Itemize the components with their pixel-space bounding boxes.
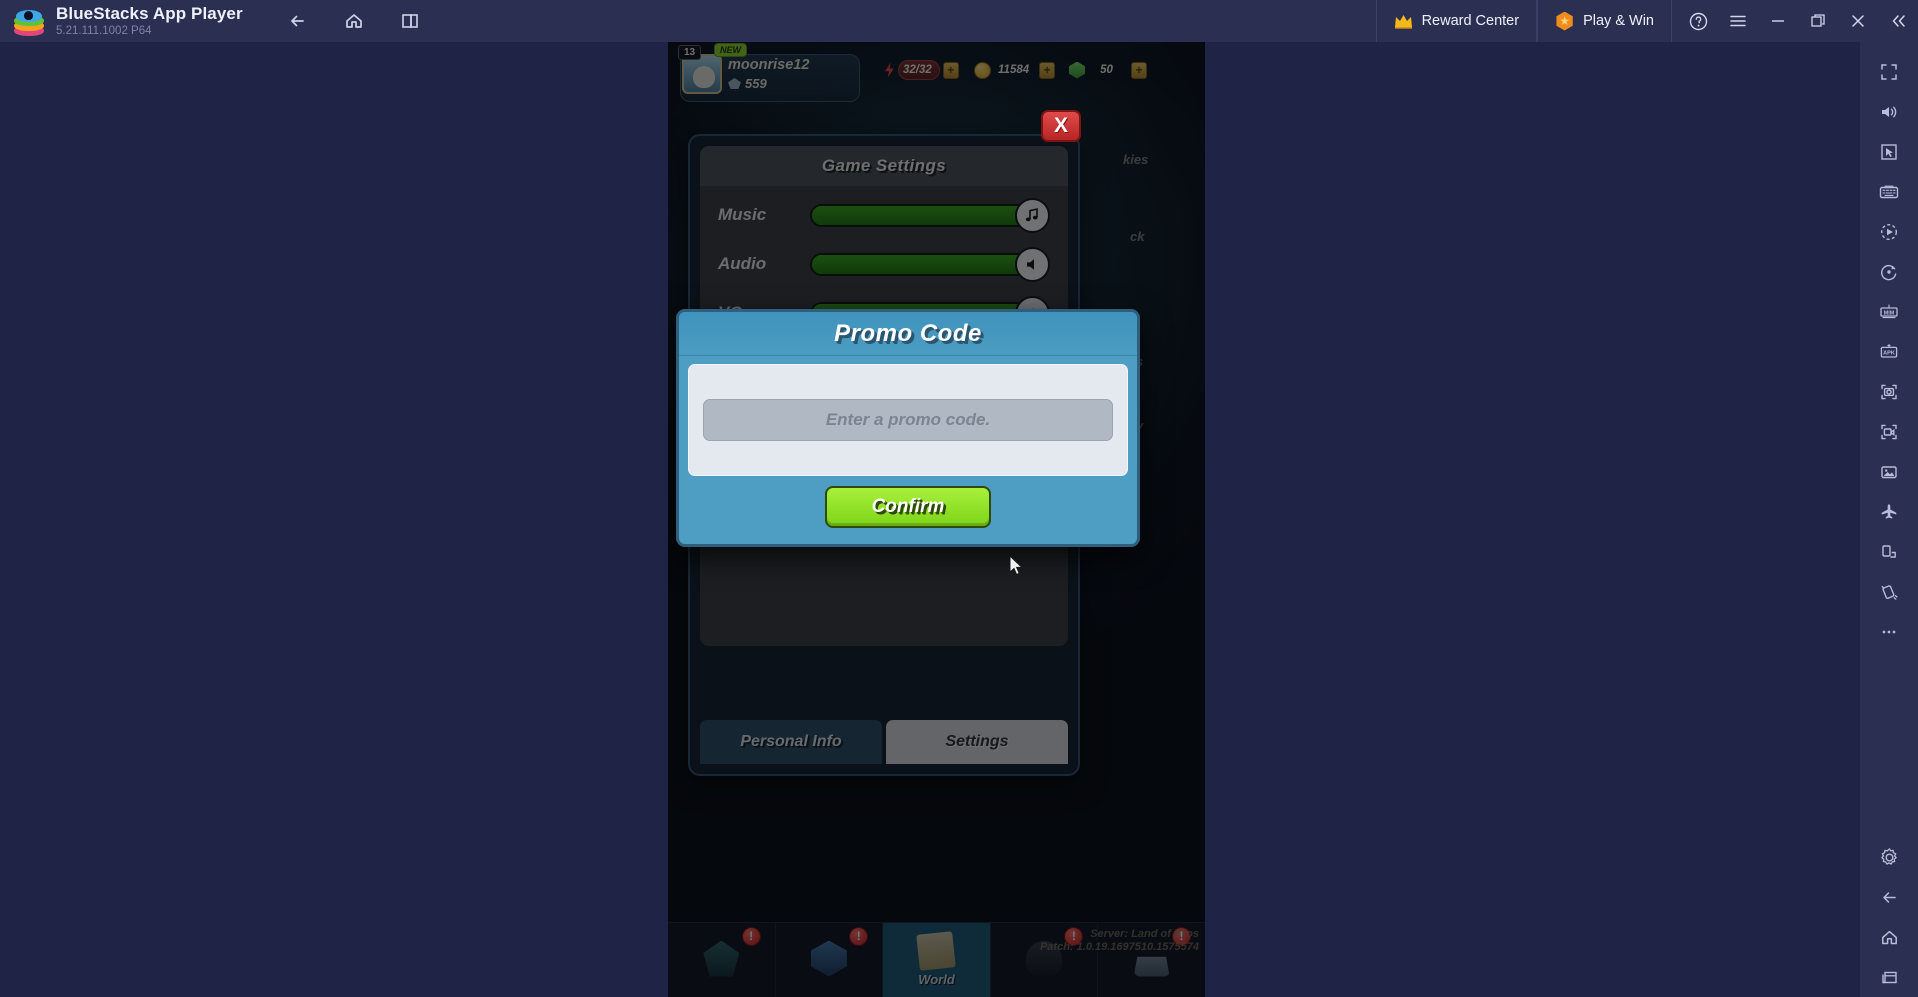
window-controls: [1678, 0, 1918, 42]
hamburger-menu-icon[interactable]: [1718, 0, 1758, 42]
promo-code-title: Promo Code: [834, 319, 982, 347]
hexagon-star-icon: ★: [1556, 11, 1573, 31]
bluestacks-logo-icon: [14, 6, 44, 36]
recent-apps-icon[interactable]: [393, 4, 427, 38]
rotate-icon[interactable]: [1869, 252, 1909, 292]
right-sidebar: MIM APK: [1860, 42, 1918, 997]
play-and-win-label: Play & Win: [1583, 13, 1654, 29]
titlebar: BlueStacks App Player 5.21.111.1002 P64 …: [0, 0, 1918, 42]
cursor-icon[interactable]: [1869, 132, 1909, 172]
multi-instance-icon[interactable]: MIM: [1869, 292, 1909, 332]
airplane-icon[interactable]: [1869, 492, 1909, 532]
titlebar-nav: [281, 4, 427, 38]
apk-icon[interactable]: APK: [1869, 332, 1909, 372]
device-tilt-icon[interactable]: [1869, 532, 1909, 572]
app-version: 5.21.111.1002 P64: [56, 24, 152, 37]
arrow-left-icon[interactable]: [281, 4, 315, 38]
arrow-left-icon[interactable]: [1869, 877, 1909, 917]
titlebar-right: Reward Center ★ Play & Win: [1375, 0, 1918, 42]
crown-icon: [1394, 14, 1413, 29]
shake-icon[interactable]: [1869, 572, 1909, 612]
home-icon[interactable]: [337, 4, 371, 38]
volume-icon[interactable]: [1869, 92, 1909, 132]
reward-center-label: Reward Center: [1421, 13, 1520, 29]
confirm-button[interactable]: Confirm: [825, 486, 991, 528]
maximize-button[interactable]: [1798, 0, 1838, 42]
promo-code-dialog: Promo Code Enter a promo code. Confirm: [676, 309, 1140, 547]
help-icon[interactable]: [1678, 0, 1718, 42]
keyboard-icon[interactable]: [1869, 172, 1909, 212]
promo-code-body: Enter a promo code.: [688, 364, 1128, 476]
close-button[interactable]: [1838, 0, 1878, 42]
gallery-icon[interactable]: [1869, 452, 1909, 492]
collapse-sidebar-button[interactable]: [1878, 0, 1918, 42]
game-viewport[interactable]: J R s kies ck s ity 13 NEW moonrise12 55…: [668, 42, 1205, 997]
play-and-win-button[interactable]: ★ Play & Win: [1537, 0, 1672, 42]
app-title-block: BlueStacks App Player 5.21.111.1002 P64: [56, 5, 243, 37]
reward-center-button[interactable]: Reward Center: [1375, 0, 1538, 42]
minimize-button[interactable]: [1758, 0, 1798, 42]
close-icon[interactable]: X: [1041, 110, 1081, 142]
svg-text:APK: APK: [1883, 351, 1895, 357]
mouse-cursor: [1010, 556, 1023, 576]
home-icon[interactable]: [1869, 917, 1909, 957]
gear-icon[interactable]: [1869, 837, 1909, 877]
svg-text:MIM: MIM: [1884, 310, 1895, 316]
promo-code-input[interactable]: Enter a promo code.: [703, 399, 1113, 441]
play-circle-icon[interactable]: [1869, 212, 1909, 252]
camera-icon[interactable]: [1869, 372, 1909, 412]
confirm-button-wrap: Confirm: [679, 486, 1137, 528]
video-icon[interactable]: [1869, 412, 1909, 452]
app-title: BlueStacks App Player: [56, 4, 243, 24]
recent-apps-icon[interactable]: [1869, 957, 1909, 997]
promo-code-header: Promo Code: [679, 312, 1137, 356]
ellipsis-icon[interactable]: [1869, 612, 1909, 652]
fullscreen-icon[interactable]: [1869, 52, 1909, 92]
